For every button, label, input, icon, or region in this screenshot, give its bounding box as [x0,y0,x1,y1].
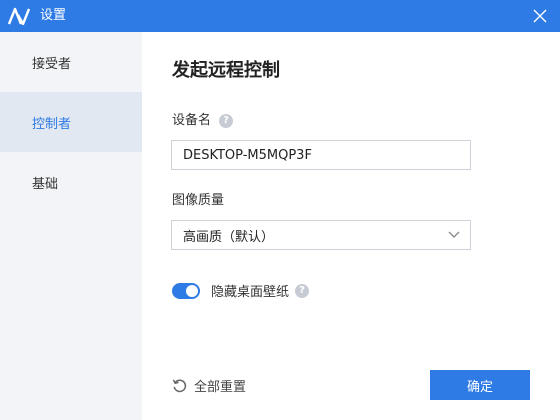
hide-wallpaper-label: 隐藏桌面壁纸 [211,285,290,300]
sidebar-item-label: 控制者 [32,116,72,132]
sidebar-item-receiver[interactable]: 接受者 [0,32,142,92]
page-title: 发起远程控制 [172,60,280,81]
title-bar: 设置 [0,0,560,32]
hide-wallpaper-toggle[interactable] [172,282,200,299]
device-name-input[interactable] [171,140,471,170]
toggle-knob [186,284,198,297]
chevron-down-icon [448,231,460,238]
window-title: 设置 [40,8,67,23]
device-name-label-row: 设备名 ? [172,112,234,130]
reset-icon [172,379,187,393]
close-icon [533,9,547,23]
reset-all-button[interactable]: 全部重置 [172,376,246,395]
device-name-label: 设备名 [172,113,212,128]
app-logo-icon [8,7,30,25]
sidebar-item-controller[interactable]: 控制者 [0,92,142,152]
close-button[interactable] [520,0,560,32]
sidebar-item-label: 基础 [32,176,59,192]
sidebar-item-basic[interactable]: 基础 [0,152,142,212]
reset-all-label: 全部重置 [194,380,247,395]
settings-panel: 发起远程控制 设备名 ? 图像质量 高画质（默认） 隐藏桌面壁纸 ? 全部重置 … [142,32,560,420]
image-quality-label: 图像质量 [172,193,225,208]
sidebar-item-label: 接受者 [32,56,72,72]
confirm-button[interactable]: 确定 [430,370,530,400]
image-quality-select[interactable]: 高画质（默认） [171,220,471,250]
help-icon[interactable]: ? [295,283,310,298]
hide-wallpaper-row: 隐藏桌面壁纸 ? [172,281,310,300]
image-quality-value: 高画质（默认） [183,229,275,245]
image-quality-label-row: 图像质量 [172,192,224,210]
sidebar: 接受者 控制者 基础 [0,32,142,420]
help-icon[interactable]: ? [219,114,234,128]
